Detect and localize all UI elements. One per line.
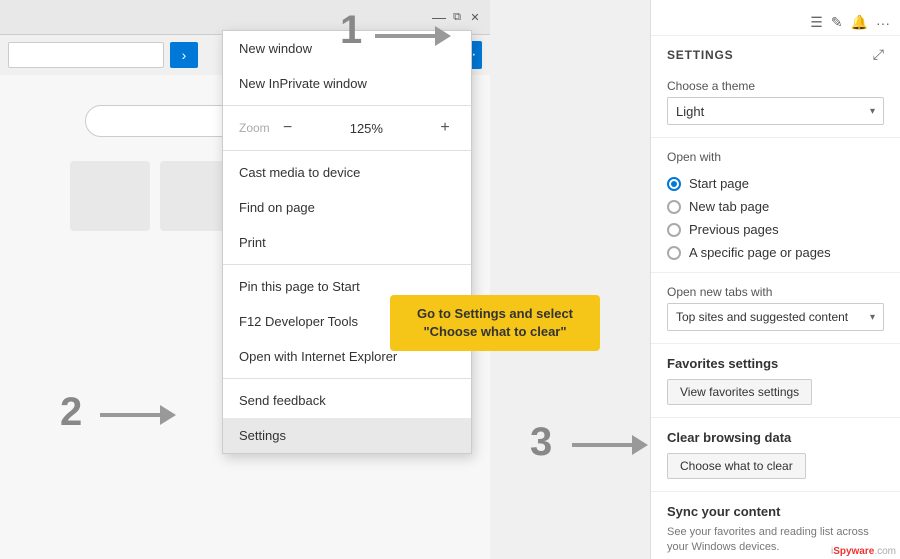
zoom-minus-button[interactable]: − xyxy=(278,118,298,138)
settings-toolbar-icon-4[interactable]: ··· xyxy=(876,15,890,31)
menu-find-on-page[interactable]: Find on page xyxy=(223,190,471,225)
menu-separator-2 xyxy=(223,150,471,151)
arrow-1 xyxy=(375,26,451,46)
menu-new-inprivate[interactable]: New InPrivate window xyxy=(223,66,471,101)
settings-divider-5 xyxy=(651,491,900,492)
settings-divider-2 xyxy=(651,272,900,273)
minimize-button[interactable]: — xyxy=(432,10,446,24)
new-tabs-label: Open new tabs with xyxy=(651,277,900,303)
settings-toolbar-icon-3[interactable]: 🔔 xyxy=(851,14,868,31)
menu-print[interactable]: Print xyxy=(223,225,471,260)
theme-value: Light xyxy=(676,104,704,119)
favorites-section-title: Favorites settings xyxy=(651,348,900,375)
radio-specific-indicator xyxy=(667,246,681,260)
radio-start-page[interactable]: Start page xyxy=(667,172,884,195)
sync-section-title: Sync your content xyxy=(651,496,900,523)
callout-box: Go to Settings and select"Choose what to… xyxy=(390,295,600,351)
radio-start-page-label: Start page xyxy=(689,176,749,191)
theme-dropdown[interactable]: Light ▾ xyxy=(667,97,884,125)
new-tabs-dropdown[interactable]: Top sites and suggested content ▾ xyxy=(667,303,884,331)
menu-separator-1 xyxy=(223,105,471,106)
settings-panel: ☰ ✎ 🔔 ··· SETTINGS ⤢ Choose a theme Ligh… xyxy=(650,0,900,559)
arrow-2 xyxy=(100,405,176,425)
settings-header: SETTINGS ⤢ xyxy=(651,36,900,71)
newtab-tile-1[interactable] xyxy=(70,161,150,231)
new-tabs-value: Top sites and suggested content xyxy=(676,310,848,324)
radio-specific-label: A specific page or pages xyxy=(689,245,831,260)
menu-separator-3 xyxy=(223,264,471,265)
radio-new-tab-label: New tab page xyxy=(689,199,769,214)
menu-send-feedback[interactable]: Send feedback xyxy=(223,383,471,418)
settings-toolbar-icon-2[interactable]: ✎ xyxy=(831,14,843,31)
settings-toolbar-icon-1[interactable]: ☰ xyxy=(810,14,823,31)
zoom-label: Zoom xyxy=(239,121,270,135)
menu-panel: New window New InPrivate window Zoom − 1… xyxy=(222,30,472,454)
zoom-value: 125% xyxy=(306,121,427,136)
settings-divider-3 xyxy=(651,343,900,344)
settings-expand-icon[interactable]: ⤢ xyxy=(873,46,884,63)
radio-previous-pages[interactable]: Previous pages xyxy=(667,218,884,241)
zoom-row: Zoom − 125% + xyxy=(223,110,471,146)
address-bar[interactable] xyxy=(8,42,164,68)
theme-label: Choose a theme xyxy=(651,71,900,97)
annotation-number-2: 2 xyxy=(60,390,82,435)
menu-settings[interactable]: Settings xyxy=(223,418,471,453)
settings-divider-1 xyxy=(651,137,900,138)
radio-specific-page[interactable]: A specific page or pages xyxy=(667,241,884,264)
settings-divider-4 xyxy=(651,417,900,418)
watermark: iSpyware.com xyxy=(831,546,896,557)
view-favorites-button[interactable]: View favorites settings xyxy=(667,379,812,405)
radio-new-tab-indicator xyxy=(667,200,681,214)
annotation-number-3: 3 xyxy=(530,420,552,465)
open-with-label: Open with xyxy=(651,142,900,168)
menu-separator-4 xyxy=(223,378,471,379)
radio-previous-indicator xyxy=(667,223,681,237)
clear-section-title: Clear browsing data xyxy=(651,422,900,449)
go-button[interactable]: › xyxy=(170,42,198,68)
callout-text: Go to Settings and select"Choose what to… xyxy=(417,306,573,339)
theme-dropdown-arrow: ▾ xyxy=(870,106,875,117)
radio-previous-label: Previous pages xyxy=(689,222,779,237)
restore-button[interactable]: ⧉ xyxy=(450,10,464,24)
annotation-number-1: 1 xyxy=(340,8,362,53)
settings-title: SETTINGS xyxy=(667,48,733,62)
clear-data-button[interactable]: Choose what to clear xyxy=(667,453,806,479)
radio-start-page-indicator xyxy=(667,177,681,191)
radio-new-tab-page[interactable]: New tab page xyxy=(667,195,884,218)
open-with-radio-group: Start page New tab page Previous pages A… xyxy=(651,168,900,268)
zoom-plus-button[interactable]: + xyxy=(435,118,455,138)
close-button[interactable]: ✕ xyxy=(468,10,482,24)
menu-cast-media[interactable]: Cast media to device xyxy=(223,155,471,190)
new-tabs-dropdown-arrow: ▾ xyxy=(870,312,875,323)
arrow-3 xyxy=(572,435,648,455)
